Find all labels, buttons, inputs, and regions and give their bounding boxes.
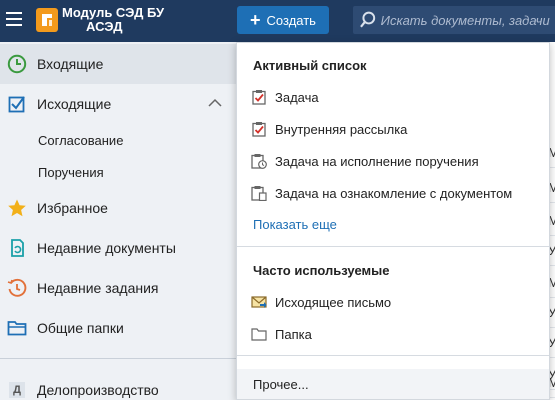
sidebar-item-incoming[interactable]: Входящие	[0, 44, 236, 84]
sidebar-item-records[interactable]: Д Делопроизводство	[0, 370, 236, 400]
sidebar-item-label: Исходящие	[37, 96, 112, 112]
sidebar-item-label: Делопроизводство	[37, 382, 159, 398]
menu-item-outgoing-letter[interactable]: Исходящее письмо	[251, 291, 391, 313]
menu-item-label: Исходящее письмо	[275, 294, 392, 310]
task-icon	[251, 89, 267, 105]
create-button[interactable]: + Создать	[237, 6, 329, 34]
app-title-line2: АСЭД	[86, 19, 123, 34]
letter-d-badge: Д	[9, 382, 25, 398]
frequent-heading: Часто используемые	[253, 263, 390, 278]
sidebar-item-label: Недавние документы	[37, 240, 176, 256]
dropdown-divider	[237, 246, 549, 247]
folder-outline-icon	[251, 326, 267, 342]
menu-item-label: Задача	[275, 89, 319, 105]
sidebar-item-outgoing[interactable]: Исходящие	[0, 84, 236, 124]
dropdown-divider	[237, 355, 549, 356]
menu-item-folder[interactable]: Папка	[251, 323, 312, 345]
sidebar-item-recent-tasks[interactable]: Недавние задания	[0, 268, 236, 308]
sidebar-item-label: Избранное	[37, 200, 108, 216]
menu-item-task-document-review[interactable]: Задача на ознакомление с документом	[251, 182, 512, 204]
menu-item-task[interactable]: Задача	[251, 86, 319, 108]
sidebar-item-label: Входящие	[37, 56, 104, 72]
letter-d-icon: Д	[6, 379, 28, 400]
checkbox-icon	[6, 93, 28, 115]
app-title-line1: Модуль СЭД БУ	[62, 5, 165, 20]
chevron-up-icon[interactable]	[208, 98, 222, 108]
menu-item-other[interactable]: Прочее...	[237, 369, 549, 399]
create-dropdown-menu: Активный список Задача Внутренняя рассыл…	[236, 42, 550, 400]
folder-icon	[6, 317, 28, 339]
task-clock-icon	[251, 153, 267, 169]
sidebar-subitem-orders[interactable]: Поручения	[38, 165, 104, 180]
menu-icon[interactable]	[6, 12, 22, 28]
search-box[interactable]	[353, 6, 555, 34]
recent-docs-icon	[6, 237, 28, 259]
sidebar-divider	[0, 358, 236, 359]
menu-item-label: Прочее...	[253, 376, 309, 392]
task-icon	[251, 121, 267, 137]
app-logo-icon	[36, 8, 58, 32]
sidebar-item-label: Общие папки	[37, 320, 124, 336]
app-title: Модуль СЭД БУ АСЭД	[62, 6, 164, 34]
sidebar-item-recent-documents[interactable]: Недавние документы	[0, 228, 236, 268]
menu-item-label: Внутренняя рассылка	[275, 121, 408, 137]
sidebar-item-label: Недавние задания	[37, 280, 159, 296]
active-list-heading: Активный список	[253, 58, 367, 73]
top-bar: Модуль СЭД БУ АСЭД + Создать	[0, 0, 555, 42]
create-button-label: Создать	[266, 12, 316, 28]
envelope-icon	[251, 294, 267, 310]
sidebar-item-favorites[interactable]: Избранное	[0, 188, 236, 228]
plus-icon: +	[250, 10, 261, 30]
star-icon	[6, 197, 28, 219]
menu-item-task-order-execution[interactable]: Задача на исполнение поручения	[251, 150, 479, 172]
sidebar: Входящие Исходящие Согласование Поручени…	[0, 42, 236, 400]
sidebar-subitem-approval[interactable]: Согласование	[38, 133, 123, 148]
menu-item-label: Задача на ознакомление с документом	[275, 185, 513, 201]
search-input[interactable]	[376, 12, 555, 28]
recent-tasks-icon	[6, 277, 28, 299]
menu-item-internal-mailing[interactable]: Внутренняя рассылка	[251, 118, 407, 140]
search-icon	[360, 11, 376, 28]
menu-item-label: Задача на исполнение поручения	[275, 153, 479, 169]
menu-item-label: Папка	[275, 326, 312, 342]
show-more-link[interactable]: Показать еще	[253, 217, 337, 232]
task-doc-icon	[251, 185, 267, 201]
sidebar-item-shared-folders[interactable]: Общие папки	[0, 308, 236, 348]
clock-icon	[6, 53, 28, 75]
